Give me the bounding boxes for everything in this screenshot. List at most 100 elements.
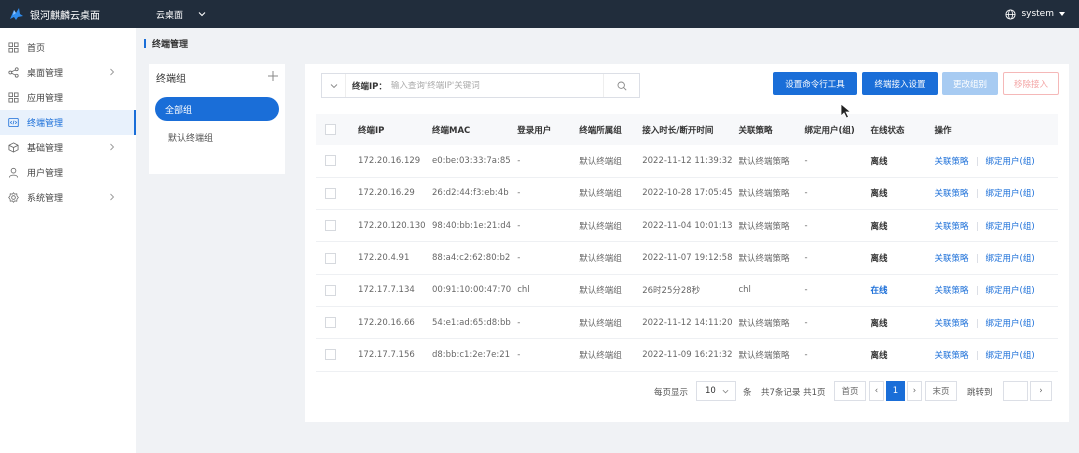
- column-header: 关联策略: [732, 114, 799, 145]
- sidebar-item-users[interactable]: 用户管理: [0, 160, 136, 185]
- cell-status: 离线: [864, 209, 929, 243]
- link-bind-user[interactable]: 绑定用户(组): [986, 254, 1035, 264]
- row-checkbox[interactable]: [325, 349, 336, 361]
- row-checkbox[interactable]: [325, 187, 336, 199]
- link-policy[interactable]: 关联策略: [935, 351, 969, 361]
- select-all-checkbox[interactable]: [325, 124, 336, 135]
- link-policy[interactable]: 关联策略: [935, 286, 969, 296]
- sidebar-item-system[interactable]: 系统管理: [0, 185, 136, 210]
- cell-bind: -: [798, 145, 865, 178]
- status-badge: 离线: [870, 350, 888, 361]
- sidebar-item-desktop[interactable]: 桌面管理: [0, 60, 136, 85]
- link-bind-user[interactable]: 绑定用户(组): [986, 286, 1035, 296]
- user-menu[interactable]: system: [1005, 0, 1065, 28]
- table-row: 172.17.7.156 d8:bb:c1:2e:7e:21- 默认终端组 2022-…: [316, 338, 1058, 372]
- jump-go-button[interactable]: ›: [1030, 381, 1052, 401]
- page-number-button[interactable]: 1: [886, 381, 905, 401]
- per-page-select[interactable]: 10: [696, 381, 736, 401]
- row-checkbox[interactable]: [325, 252, 336, 264]
- cell-mac: d8:bb:c1:2e:7e:21: [426, 338, 512, 372]
- set-cmd-tool-button[interactable]: 设置命令行工具: [773, 72, 857, 95]
- first-page-button[interactable]: 首页: [834, 381, 866, 401]
- cell-actions: 关联策略 绑定用户(组): [928, 145, 1058, 178]
- cell-user: -: [511, 145, 574, 178]
- cell-status: 在线: [864, 274, 929, 307]
- cell-group: 默认终端组: [573, 209, 637, 243]
- title-marker: [144, 38, 146, 48]
- remove-access-button[interactable]: 移除接入: [1003, 72, 1059, 95]
- row-checkbox[interactable]: [325, 155, 336, 167]
- table-row: 172.20.16.66 54:e1:ad:65:d8:bb - 默认终端组 2022-…: [316, 306, 1058, 340]
- link-policy[interactable]: 关联策略: [935, 157, 969, 167]
- row-select-cell: [316, 338, 352, 372]
- cell-policy: 默认终端策略: [732, 338, 799, 372]
- sidebar-item-home[interactable]: 首页: [0, 35, 136, 60]
- desktop-selector[interactable]: 云桌面: [156, 8, 207, 21]
- link-policy[interactable]: 关联策略: [935, 319, 969, 329]
- search-icon: [617, 81, 627, 91]
- groups-title: 终端组: [156, 73, 186, 85]
- prev-page-button[interactable]: ‹: [869, 381, 884, 401]
- cell-mac: 88:a4:c2:62:80:b2: [426, 241, 512, 275]
- jump-page-input[interactable]: [1003, 381, 1028, 401]
- link-policy[interactable]: 关联策略: [935, 222, 969, 232]
- sidebar-item-basic[interactable]: 基础管理: [0, 135, 136, 160]
- link-policy[interactable]: 关联策略: [935, 189, 969, 199]
- chevron-right-icon: [110, 193, 115, 201]
- sidebar-item-apps[interactable]: 应用管理: [0, 85, 136, 110]
- cell-bind: -: [798, 306, 865, 340]
- row-select-cell: [316, 241, 352, 275]
- cell-status: 离线: [864, 306, 929, 340]
- status-badge: 离线: [870, 189, 888, 200]
- cell-user: -: [511, 209, 574, 243]
- cell-ip: 172.20.120.130: [352, 209, 426, 243]
- sidebar-item-label: 系统管理: [27, 194, 64, 204]
- row-checkbox[interactable]: [325, 220, 336, 232]
- cell-mac: 26:d2:44:f3:eb:4b: [426, 177, 512, 211]
- action-divider: [976, 189, 978, 199]
- cell-group: 默认终端组: [573, 177, 637, 211]
- search-input[interactable]: [390, 80, 591, 91]
- row-checkbox[interactable]: [325, 317, 336, 329]
- code-icon: [8, 117, 19, 128]
- action-divider: [976, 350, 978, 360]
- sidebar-item-label: 应用管理: [27, 94, 64, 104]
- cell-user: chl: [511, 274, 574, 307]
- row-select-cell: [316, 145, 352, 178]
- desktop-selector-label: 云桌面: [156, 10, 184, 21]
- row-select-cell: [316, 306, 352, 340]
- per-page-unit: 条: [743, 388, 752, 398]
- last-page-button[interactable]: 末页: [925, 381, 957, 401]
- cell-bind: -: [798, 209, 865, 243]
- cell-bind: -: [798, 177, 865, 211]
- group-item-all[interactable]: 全部组: [155, 97, 279, 121]
- per-page-value: 10: [705, 386, 716, 396]
- cell-user: -: [511, 241, 574, 275]
- link-policy[interactable]: 关联策略: [935, 254, 969, 264]
- row-checkbox[interactable]: [325, 284, 336, 296]
- link-bind-user[interactable]: 绑定用户(组): [986, 157, 1035, 167]
- search-field-dropdown[interactable]: [322, 74, 346, 97]
- breadcrumb: 终端管理: [136, 28, 1079, 58]
- search-button[interactable]: [603, 74, 639, 97]
- terminal-table: 终端IP 终端MAC 登录用户 终端所属组 接入时长/断开时间 关联策略 绑定用…: [316, 114, 1058, 372]
- cell-time: 2022-11-12 14:11:20: [636, 306, 733, 340]
- cell-bind: -: [798, 274, 865, 307]
- cell-actions: 关联策略 绑定用户(组): [928, 274, 1058, 307]
- user-name: system: [1021, 9, 1054, 19]
- access-settings-button[interactable]: 终端接入设置: [862, 72, 938, 95]
- group-item-default[interactable]: 默认终端组: [149, 131, 285, 144]
- terminal-groups-panel: 终端组 全部组 默认终端组: [149, 64, 285, 174]
- link-bind-user[interactable]: 绑定用户(组): [986, 189, 1035, 199]
- link-bind-user[interactable]: 绑定用户(组): [986, 319, 1035, 329]
- cell-mac: e0:be:03:33:7a:85: [426, 145, 512, 178]
- sidebar-item-terminal[interactable]: 终端管理: [0, 110, 136, 135]
- link-bind-user[interactable]: 绑定用户(组): [986, 351, 1035, 361]
- add-icon[interactable]: [267, 70, 279, 82]
- link-bind-user[interactable]: 绑定用户(组): [986, 222, 1035, 232]
- change-group-button[interactable]: 更改组别: [942, 72, 998, 95]
- cell-group: 默认终端组: [573, 145, 637, 178]
- per-page-label: 每页显示: [654, 388, 689, 398]
- globe-icon: [1005, 8, 1016, 20]
- next-page-button[interactable]: ›: [907, 381, 922, 401]
